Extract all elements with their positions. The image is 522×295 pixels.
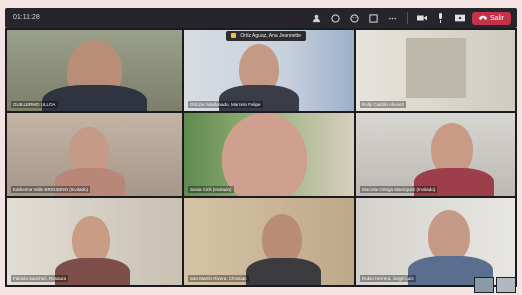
toolbar-divider xyxy=(406,12,408,24)
camera-icon[interactable] xyxy=(415,11,429,25)
share-icon[interactable] xyxy=(453,11,467,25)
participant-tile[interactable]: Rolly Castillo Alvarez xyxy=(356,30,515,111)
participant-name: GUILLERMO ULLOA xyxy=(11,101,58,108)
leave-button[interactable]: Salir xyxy=(471,11,511,25)
self-preview-strip xyxy=(474,277,516,293)
participant-tile[interactable]: GUILLERMO ULLOA xyxy=(7,30,182,111)
raised-hand-icon xyxy=(231,33,236,39)
participant-video xyxy=(406,38,466,98)
people-icon[interactable] xyxy=(310,11,324,25)
participant-name: San Martín Rivera, Christian xyxy=(188,275,249,282)
more-icon[interactable] xyxy=(386,11,400,25)
participant-name: Sonia Cirili (Invitado) xyxy=(188,186,234,193)
meeting-timer: 01:11:28 xyxy=(13,14,40,21)
toolbar-controls: Salir xyxy=(310,11,511,25)
participant-name: Fabiola Sanchez, Rosaura xyxy=(11,275,69,282)
reactions-icon[interactable] xyxy=(348,11,362,25)
participant-name: Ortúzar Maldonado, Marcelo Felipe xyxy=(188,101,263,108)
participant-video xyxy=(72,216,110,264)
leave-label: Salir xyxy=(489,14,504,22)
video-grid: GUILLERMO ULLOA Ortúzar Maldonado, Marce… xyxy=(5,28,517,287)
participant-tile[interactable]: Marcela Ortega Manriquez (Invitado) xyxy=(356,113,515,196)
participant-tile[interactable]: Fabiola Sanchez, Rosaura xyxy=(7,198,182,285)
participant-video xyxy=(222,113,307,196)
rooms-icon[interactable] xyxy=(367,11,381,25)
self-preview[interactable] xyxy=(474,277,494,293)
participant-body xyxy=(42,85,147,111)
participant-tile[interactable]: Katherine Valle BRIGIDINO (Invitado) xyxy=(7,113,182,196)
participant-tile[interactable]: Sonia Cirili (Invitado) xyxy=(184,113,354,196)
participant-video xyxy=(262,214,302,264)
participant-tile[interactable]: Ortúzar Maldonado, Marcelo Felipe xyxy=(184,30,354,111)
raised-hand-name: Ortiz Aguaz, Ana Jeannette xyxy=(240,33,301,39)
leave-phone-icon xyxy=(478,15,487,22)
participant-name: Katherine Valle BRIGIDINO (Invitado) xyxy=(11,186,90,193)
self-preview[interactable] xyxy=(496,277,516,293)
mic-icon[interactable] xyxy=(434,11,448,25)
raised-hand-notice: Ortiz Aguaz, Ana Jeannette xyxy=(226,31,306,41)
participant-video xyxy=(428,210,470,262)
chat-icon[interactable] xyxy=(329,11,343,25)
participant-tile[interactable]: San Martín Rivera, Christian xyxy=(184,198,354,285)
participant-name: Rubio Herrera, Jorge Luis xyxy=(360,275,416,282)
participant-name: Marcela Ortega Manriquez (Invitado) xyxy=(360,186,438,193)
participant-name: Rolly Castillo Alvarez xyxy=(360,101,407,108)
participant-tile[interactable]: Rubio Herrera, Jorge Luis xyxy=(356,198,515,285)
participant-body xyxy=(246,258,321,285)
meeting-toolbar: 01:11:28 Salir xyxy=(5,8,517,28)
